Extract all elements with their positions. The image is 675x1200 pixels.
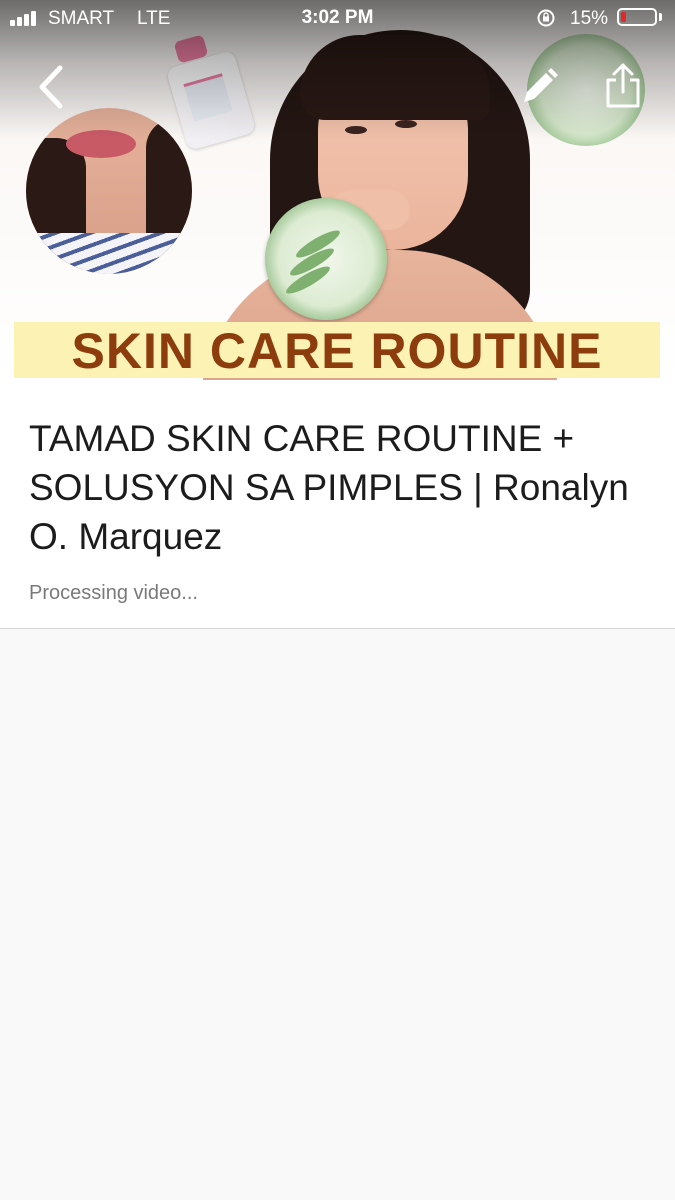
inset-lips (66, 130, 136, 158)
video-info-panel: TAMAD SKIN CARE ROUTINE + SOLUSYON SA PI… (0, 380, 675, 629)
pencil-icon (524, 68, 558, 102)
battery-percent: 15% (570, 8, 609, 29)
thumbnail-eye-left (345, 126, 367, 134)
processing-status: Processing video... (29, 582, 198, 604)
thumbnail-eye-right (395, 120, 417, 128)
thumbnail-banner-text: SKIN CARE ROUTINE (71, 323, 603, 379)
edit-button[interactable] (518, 66, 560, 108)
thumbnail-banner: SKIN CARE ROUTINE (14, 322, 660, 379)
rotation-lock-icon (537, 9, 555, 27)
inset-striped-shirt (26, 233, 192, 274)
video-title: TAMAD SKIN CARE ROUTINE + SOLUSYON SA PI… (29, 418, 629, 557)
share-icon (606, 63, 640, 108)
battery-nub (659, 13, 662, 21)
empty-content-area (0, 629, 675, 1200)
video-thumbnail[interactable]: SKIN CARE ROUTINE (0, 0, 675, 380)
status-bar: SMART LTE 3:02 PM 15% (0, 0, 675, 36)
thumbnail-person-fringe (300, 35, 490, 120)
battery-level-fill (621, 12, 626, 22)
thumbnail-closeup-inset (26, 108, 192, 274)
share-button[interactable] (600, 62, 646, 110)
battery-icon (617, 8, 657, 26)
back-button[interactable] (30, 62, 74, 112)
thumbnail-aloe-jar (265, 198, 387, 320)
chevron-left-icon (39, 65, 63, 109)
